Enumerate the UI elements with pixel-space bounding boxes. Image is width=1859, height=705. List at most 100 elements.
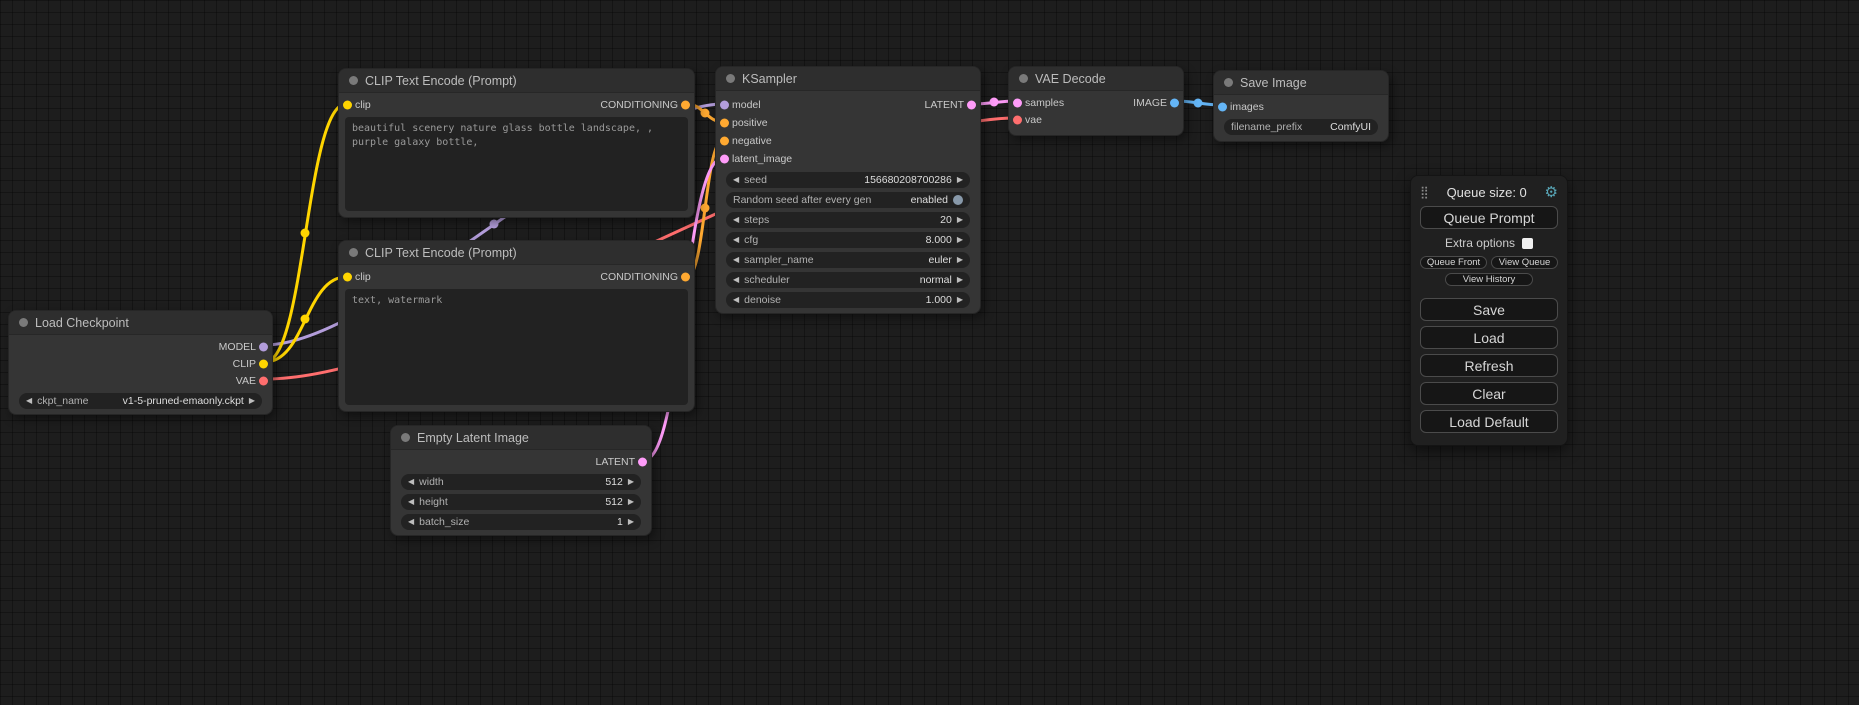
decrement-arrow-icon[interactable]: ◀ bbox=[733, 272, 739, 288]
output-socket-clip[interactable] bbox=[259, 359, 268, 368]
view-history-button[interactable]: View History bbox=[1445, 273, 1533, 286]
widget-height[interactable]: ◀ height 512 ▶ bbox=[401, 494, 641, 510]
widget-width[interactable]: ◀ width 512 ▶ bbox=[401, 474, 641, 490]
input-label-clip: clip bbox=[355, 271, 371, 283]
increment-arrow-icon[interactable]: ▶ bbox=[957, 292, 963, 308]
input-socket-negative[interactable] bbox=[720, 137, 729, 146]
save-button[interactable]: Save bbox=[1420, 298, 1558, 321]
input-socket-model[interactable] bbox=[720, 101, 729, 110]
queue-front-button[interactable]: Queue Front bbox=[1420, 256, 1487, 269]
increment-arrow-icon[interactable]: ▶ bbox=[957, 232, 963, 248]
collapse-dot-icon[interactable] bbox=[349, 248, 358, 257]
view-queue-button[interactable]: View Queue bbox=[1491, 256, 1558, 269]
increment-arrow-icon[interactable]: ▶ bbox=[957, 252, 963, 268]
decrement-arrow-icon[interactable]: ◀ bbox=[733, 172, 739, 188]
increment-arrow-icon[interactable]: ▶ bbox=[957, 272, 963, 288]
widget-value: 1.000 bbox=[926, 294, 952, 306]
output-socket-model[interactable] bbox=[259, 342, 268, 351]
extra-options-checkbox[interactable] bbox=[1522, 238, 1533, 249]
widget-sampler-name[interactable]: ◀ sampler_name euler ▶ bbox=[726, 252, 970, 268]
decrement-arrow-icon[interactable]: ◀ bbox=[26, 393, 32, 409]
collapse-dot-icon[interactable] bbox=[19, 318, 28, 327]
toggle-dot-icon[interactable] bbox=[953, 195, 963, 205]
output-socket-image[interactable] bbox=[1170, 98, 1179, 107]
node-clip-text-encode-positive[interactable]: CLIP Text Encode (Prompt) clip CONDITION… bbox=[338, 68, 695, 218]
widget-random-seed-toggle[interactable]: Random seed after every gen enabled bbox=[726, 192, 970, 208]
widget-filename-prefix[interactable]: filename_prefix ComfyUI bbox=[1224, 119, 1378, 135]
widget-ckpt-name[interactable]: ◀ ckpt_name v1-5-pruned-emaonly.ckpt ▶ bbox=[19, 393, 262, 409]
widget-label: Random seed after every gen bbox=[733, 194, 871, 206]
refresh-button[interactable]: Refresh bbox=[1420, 354, 1558, 377]
node-empty-latent-image[interactable]: Empty Latent Image LATENT ◀ width 512 ▶ … bbox=[390, 425, 652, 536]
link-dot-model bbox=[490, 220, 499, 229]
load-button[interactable]: Load bbox=[1420, 326, 1558, 349]
input-socket-vae[interactable] bbox=[1013, 115, 1022, 124]
widget-seed[interactable]: ◀ seed 156680208700286 ▶ bbox=[726, 172, 970, 188]
decrement-arrow-icon[interactable]: ◀ bbox=[733, 292, 739, 308]
collapse-dot-icon[interactable] bbox=[401, 433, 410, 442]
input-socket-clip[interactable] bbox=[343, 272, 352, 281]
node-header[interactable]: KSampler bbox=[716, 67, 980, 91]
node-ksampler[interactable]: KSampler model LATENT positive negative … bbox=[715, 66, 981, 314]
node-vae-decode[interactable]: VAE Decode samples IMAGE vae bbox=[1008, 66, 1184, 136]
node-header[interactable]: Load Checkpoint bbox=[9, 311, 272, 335]
increment-arrow-icon[interactable]: ▶ bbox=[957, 172, 963, 188]
slot-row: clip CONDITIONING bbox=[339, 268, 694, 285]
widget-value: 156680208700286 bbox=[864, 174, 952, 186]
drag-handle-icon[interactable]: ⣿ bbox=[1420, 185, 1429, 199]
clear-button[interactable]: Clear bbox=[1420, 382, 1558, 405]
decrement-arrow-icon[interactable]: ◀ bbox=[733, 212, 739, 228]
node-load-checkpoint[interactable]: Load Checkpoint MODEL CLIP VAE ◀ ckpt_na… bbox=[8, 310, 273, 415]
node-header[interactable]: VAE Decode bbox=[1009, 67, 1183, 91]
prompt-textarea[interactable]: beautiful scenery nature glass bottle la… bbox=[345, 117, 688, 211]
node-save-image[interactable]: Save Image images filename_prefix ComfyU… bbox=[1213, 70, 1389, 142]
collapse-dot-icon[interactable] bbox=[1224, 78, 1233, 87]
node-header[interactable]: Empty Latent Image bbox=[391, 426, 651, 450]
input-label-images: images bbox=[1230, 101, 1264, 113]
output-socket-latent[interactable] bbox=[967, 101, 976, 110]
decrement-arrow-icon[interactable]: ◀ bbox=[733, 252, 739, 268]
queue-panel: ⣿ Queue size: 0 ⚙ Queue Prompt Extra opt… bbox=[1410, 175, 1568, 446]
input-socket-positive[interactable] bbox=[720, 119, 729, 128]
increment-arrow-icon[interactable]: ▶ bbox=[628, 474, 634, 490]
widget-steps[interactable]: ◀ steps 20 ▶ bbox=[726, 212, 970, 228]
node-graph-canvas[interactable]: Load Checkpoint MODEL CLIP VAE ◀ ckpt_na… bbox=[0, 0, 1859, 705]
input-socket-samples[interactable] bbox=[1013, 98, 1022, 107]
decrement-arrow-icon[interactable]: ◀ bbox=[733, 232, 739, 248]
prompt-textarea[interactable]: text, watermark bbox=[345, 289, 688, 405]
output-socket-conditioning[interactable] bbox=[681, 272, 690, 281]
node-header[interactable]: CLIP Text Encode (Prompt) bbox=[339, 241, 694, 265]
widget-denoise[interactable]: ◀ denoise 1.000 ▶ bbox=[726, 292, 970, 308]
decrement-arrow-icon[interactable]: ◀ bbox=[408, 494, 414, 510]
output-socket-conditioning[interactable] bbox=[681, 100, 690, 109]
load-default-button[interactable]: Load Default bbox=[1420, 410, 1558, 433]
input-socket-clip[interactable] bbox=[343, 100, 352, 109]
node-header[interactable]: Save Image bbox=[1214, 71, 1388, 95]
increment-arrow-icon[interactable]: ▶ bbox=[628, 494, 634, 510]
settings-gear-icon[interactable]: ⚙ bbox=[1545, 185, 1558, 200]
node-clip-text-encode-negative[interactable]: CLIP Text Encode (Prompt) clip CONDITION… bbox=[338, 240, 695, 412]
output-socket-latent[interactable] bbox=[638, 457, 647, 466]
input-label-positive: positive bbox=[732, 117, 768, 129]
input-socket-latent-image[interactable] bbox=[720, 155, 729, 164]
widget-cfg[interactable]: ◀ cfg 8.000 ▶ bbox=[726, 232, 970, 248]
node-header[interactable]: CLIP Text Encode (Prompt) bbox=[339, 69, 694, 93]
queue-prompt-button[interactable]: Queue Prompt bbox=[1420, 206, 1558, 229]
slot-row: clip CONDITIONING bbox=[339, 96, 694, 113]
collapse-dot-icon[interactable] bbox=[349, 76, 358, 85]
widget-scheduler[interactable]: ◀ scheduler normal ▶ bbox=[726, 272, 970, 288]
increment-arrow-icon[interactable]: ▶ bbox=[628, 514, 634, 530]
collapse-dot-icon[interactable] bbox=[726, 74, 735, 83]
increment-arrow-icon[interactable]: ▶ bbox=[249, 393, 255, 409]
input-socket-images[interactable] bbox=[1218, 102, 1227, 111]
increment-arrow-icon[interactable]: ▶ bbox=[957, 212, 963, 228]
decrement-arrow-icon[interactable]: ◀ bbox=[408, 474, 414, 490]
widget-batch-size[interactable]: ◀ batch_size 1 ▶ bbox=[401, 514, 641, 530]
widget-label: seed bbox=[744, 174, 767, 186]
decrement-arrow-icon[interactable]: ◀ bbox=[408, 514, 414, 530]
collapse-dot-icon[interactable] bbox=[1019, 74, 1028, 83]
slot-row: images bbox=[1214, 98, 1388, 115]
wire-clip-negative bbox=[265, 277, 346, 362]
output-socket-vae[interactable] bbox=[259, 376, 268, 385]
link-dot-cond-positive bbox=[701, 109, 710, 118]
